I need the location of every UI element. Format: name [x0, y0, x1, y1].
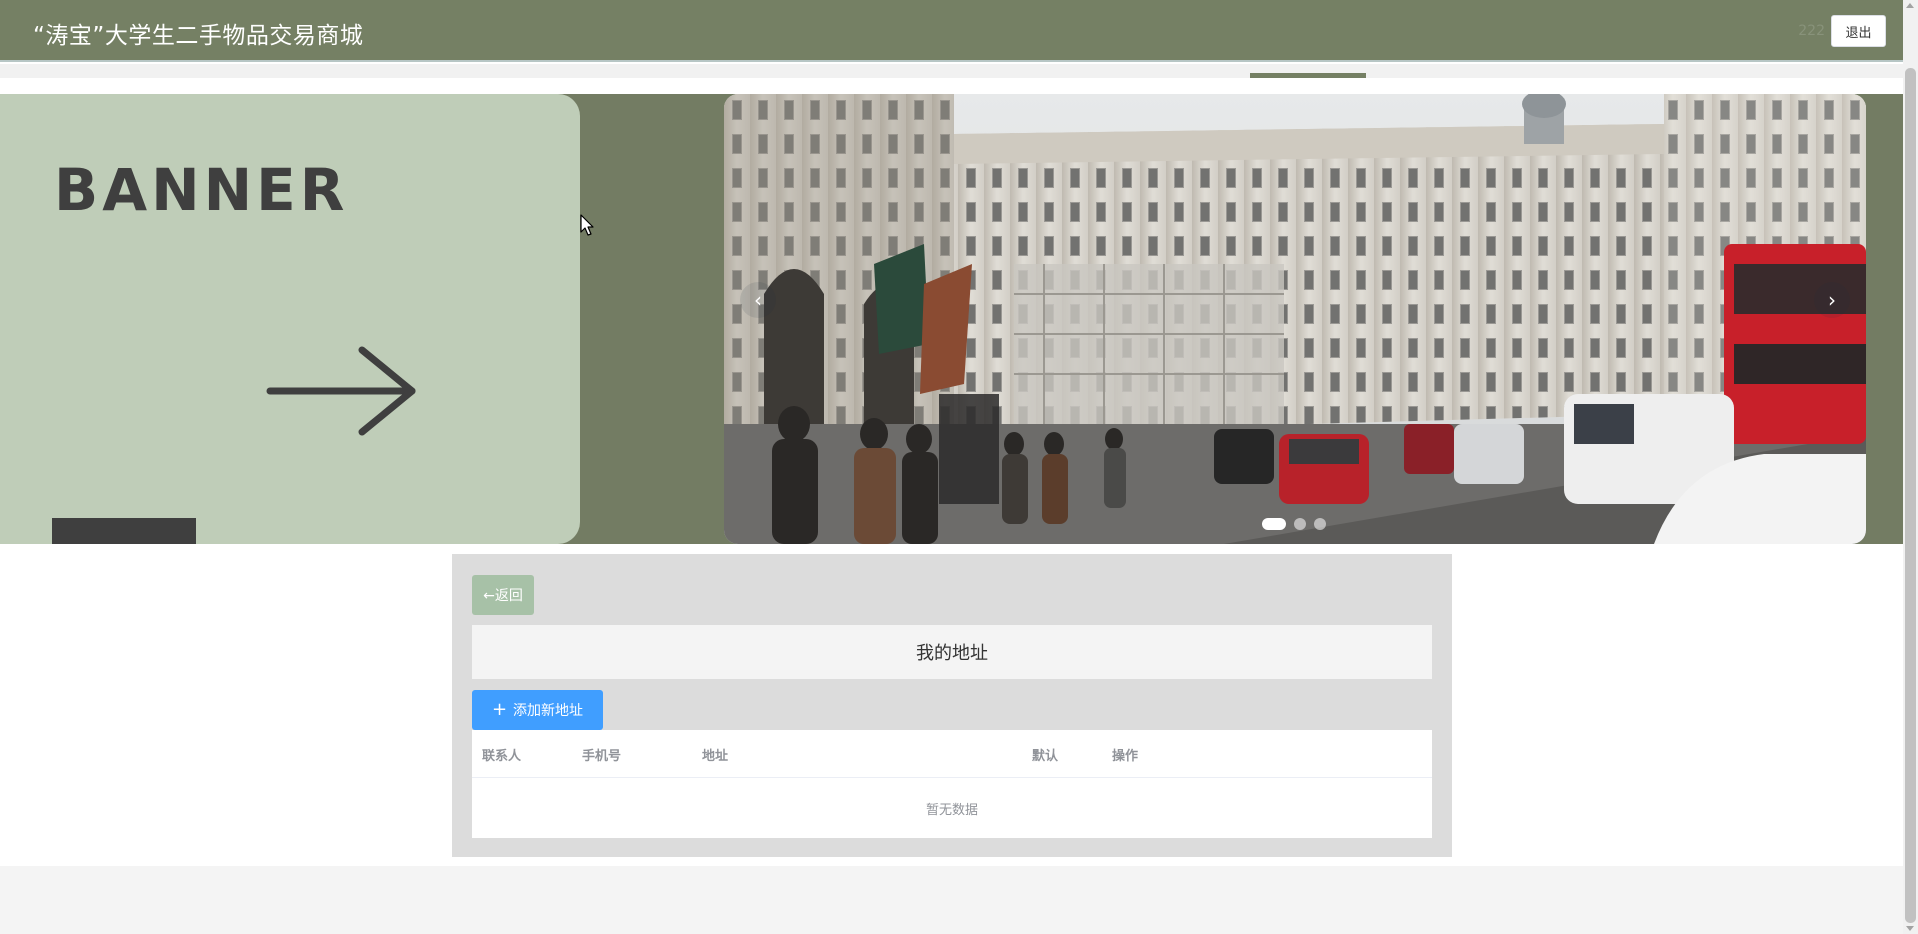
scroll-up-icon[interactable]	[1906, 3, 1914, 8]
street-photo-image	[724, 94, 1866, 544]
table-empty-text: 暂无数据	[925, 802, 978, 818]
scroll-thumb[interactable]	[1905, 68, 1916, 923]
carousel-indicators	[1262, 518, 1326, 530]
section-title-bar: 我的地址	[472, 625, 1432, 679]
add-address-label: 添加新地址	[513, 703, 584, 719]
banner-carousel: BANNER ‹ ›	[0, 94, 1903, 544]
carousel-prev-button[interactable]: ‹	[740, 282, 776, 318]
table-header: 联系人 手机号 地址 默认 操作	[472, 730, 1432, 778]
carousel-next-button[interactable]: ›	[1814, 282, 1850, 318]
nav-active-indicator	[1250, 73, 1366, 78]
plus-icon: +	[491, 699, 508, 720]
carousel-dot-3[interactable]	[1314, 518, 1326, 530]
banner-slide[interactable]: BANNER	[0, 94, 580, 544]
column-header-actions[interactable]: 操作	[1112, 745, 1138, 764]
column-header-contact[interactable]: 联系人	[482, 745, 521, 764]
logout-button[interactable]: 退出	[1831, 15, 1886, 47]
address-panel: ←返回 我的地址 + 添加新地址 联系人 手机号 地址 默认 操作 暂无数据	[452, 554, 1452, 857]
banner-button-block	[52, 518, 196, 544]
back-button[interactable]: ←返回	[472, 575, 534, 615]
arrow-right-icon	[266, 346, 416, 436]
site-title: “涛宝”大学生二手物品交易商城	[33, 23, 364, 49]
page-title: 我的地址	[916, 643, 988, 664]
column-header-default[interactable]: 默认	[1032, 745, 1058, 764]
vertical-scrollbar[interactable]	[1903, 0, 1918, 934]
address-table: 联系人 手机号 地址 默认 操作 暂无数据	[472, 730, 1432, 838]
page-footer	[0, 866, 1903, 934]
carousel-dot-2[interactable]	[1294, 518, 1306, 530]
nav-strip	[0, 64, 1903, 78]
carousel-dot-1[interactable]	[1262, 518, 1286, 530]
column-header-address[interactable]: 地址	[702, 745, 728, 764]
scroll-down-icon[interactable]	[1906, 926, 1914, 931]
street-photo-slide[interactable]	[724, 94, 1866, 544]
add-address-button[interactable]: + 添加新地址	[472, 690, 603, 730]
column-header-phone[interactable]: 手机号	[582, 745, 621, 764]
username-label: 222	[1798, 23, 1825, 39]
banner-heading: BANNER	[54, 156, 349, 224]
page: “涛宝”大学生二手物品交易商城 222 退出 BANNER ‹ › ←返回 我的…	[0, 0, 1918, 934]
top-header: “涛宝”大学生二手物品交易商城 222 退出	[0, 0, 1903, 62]
mouse-cursor-icon	[580, 214, 594, 236]
